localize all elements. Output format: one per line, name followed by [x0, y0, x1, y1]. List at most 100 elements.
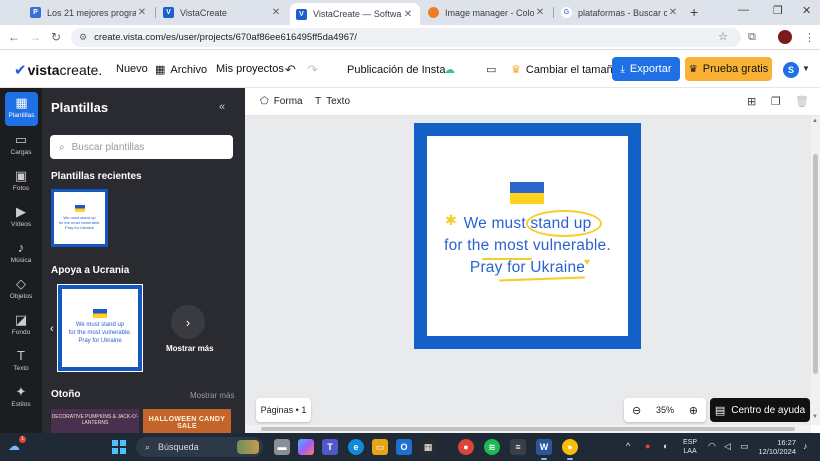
windows-start-icon[interactable] [112, 440, 126, 454]
tray-overflow-icon[interactable]: ^ [626, 441, 630, 451]
browser-profile-avatar[interactable] [778, 30, 792, 44]
rail-item-objects[interactable]: ◇ Objetos [0, 273, 42, 307]
scroll-up-icon[interactable]: ▲ [812, 118, 818, 124]
user-avatar[interactable]: S [783, 62, 799, 78]
add-page-icon[interactable]: ⊞ [747, 95, 756, 108]
tab-close-icon[interactable]: ✕ [402, 9, 414, 20]
chrome-icon[interactable]: ● [458, 439, 474, 455]
trash-icon[interactable]: 🗑 [795, 95, 809, 108]
outlook-icon[interactable]: O [396, 439, 412, 455]
scrollbar-thumb[interactable] [261, 427, 795, 431]
export-button[interactable]: ⤓ Exportar [612, 57, 680, 81]
design-line-1[interactable]: We must stand up [427, 215, 628, 233]
rail-item-music[interactable]: ♪ Música [0, 237, 42, 271]
rail-item-videos[interactable]: ▶ Vídeos [0, 201, 42, 235]
rail-item-background[interactable]: ◪ Fondo [0, 309, 42, 343]
nav-my-projects[interactable]: Mis proyectos [216, 63, 284, 75]
tray-update-icon[interactable]: ◐ [663, 441, 668, 451]
zoom-in-icon[interactable]: ⊕ [689, 404, 698, 417]
design-line-3[interactable]: Pray for Ukraine [427, 259, 628, 277]
rail-item-templates[interactable]: ▦ Plantillas [5, 92, 38, 126]
duplicate-icon[interactable]: ❐ [771, 95, 781, 108]
browser-tab-5[interactable]: G plataformas - Buscar con Go ✕ [555, 2, 685, 23]
template-search-box[interactable]: ⌕ [50, 135, 233, 159]
minimize-icon[interactable]: — [738, 4, 749, 16]
extensions-icon[interactable]: ⧉ [748, 31, 756, 44]
site-info-icon[interactable]: ⚙ [79, 32, 87, 43]
battery-icon[interactable]: ▭ [740, 441, 749, 452]
keyboard-language[interactable]: ESP LAA [683, 438, 697, 456]
free-trial-button[interactable]: ♛ Prueba gratis [685, 57, 772, 81]
shape-tool-button[interactable]: ⬠ Forma [260, 96, 303, 107]
chevron-down-icon[interactable]: ▼ [802, 64, 810, 73]
undo-icon[interactable]: ↶ [285, 62, 296, 78]
new-tab-icon[interactable]: + [690, 4, 698, 20]
explorer-folder-icon[interactable]: ▭ [372, 439, 388, 455]
url-omnibox[interactable]: ⚙ create.vista.com/es/user/projects/670a… [71, 28, 741, 47]
redo-icon[interactable]: ↷ [307, 62, 318, 78]
reload-icon[interactable]: ↻ [51, 30, 61, 44]
scroll-down-icon[interactable]: ▼ [812, 414, 818, 420]
word-icon[interactable]: W [536, 439, 552, 460]
rail-item-photos[interactable]: ▣ Fotos [0, 165, 42, 199]
text-tool-button[interactable]: T Texto [315, 96, 350, 107]
scrollbar-thumb[interactable] [813, 154, 818, 374]
wifi-icon[interactable]: ◠ [708, 441, 716, 452]
autumn-template-thumb-2[interactable]: HALLOWEEN CANDY SALE [143, 409, 231, 433]
design-artboard[interactable]: ✱ We must stand up for the most vulnerab… [414, 123, 641, 349]
weather-widget-icon[interactable]: ☁ 1 [8, 436, 26, 455]
template-search-input[interactable] [71, 141, 222, 153]
zoom-out-icon[interactable]: ⊖ [632, 404, 641, 417]
browser-menu-icon[interactable]: ⋮ [804, 31, 815, 44]
browser-tab-1[interactable]: P Los 21 mejores programas d ✕ [24, 2, 154, 23]
vistacreate-logo[interactable]: ✔ vista create. [14, 61, 102, 79]
taskbar-search[interactable]: ⌕ Búsqueda [136, 437, 263, 457]
edge-icon[interactable]: e [348, 439, 364, 455]
browser-tab-2[interactable]: V VistaCreate ✕ [157, 2, 288, 23]
store-icon[interactable]: ▦ [420, 439, 436, 455]
resize-button[interactable]: ♛ Cambiar el tamaño [511, 63, 619, 77]
carousel-next-button[interactable]: › [171, 305, 205, 339]
tray-app-icon[interactable]: ● [645, 441, 650, 451]
browser-tab-3-active[interactable]: V VistaCreate — Software gra ✕ [290, 3, 420, 25]
forward-arrow-icon[interactable]: → [29, 30, 41, 44]
vscode-icon[interactable]: ≡ [510, 439, 526, 455]
ukraine-flag[interactable] [510, 182, 544, 204]
ukraine-template-thumb[interactable]: We must stand up for the most vulnerable… [57, 284, 143, 372]
vertical-scrollbar[interactable]: ▲ ▼ [811, 116, 820, 425]
tab-close-icon[interactable]: ✕ [534, 7, 546, 18]
show-more-autumn[interactable]: Mostrar más [190, 391, 234, 400]
recent-template-thumb[interactable]: We must stand up for the most vulnerable… [51, 189, 108, 247]
spotify-icon[interactable]: ≋ [484, 439, 500, 455]
rail-item-uploads[interactable]: ▭ Cargas [0, 129, 42, 163]
tab-close-icon[interactable]: ✕ [270, 7, 282, 18]
horizontal-scrollbar[interactable] [245, 425, 811, 433]
design-line-2[interactable]: for the most vulnerable. [427, 237, 628, 255]
tab-close-icon[interactable]: ✕ [136, 7, 148, 18]
tab-close-icon[interactable]: ✕ [667, 7, 679, 18]
bookmark-star-icon[interactable]: ☆ [718, 30, 728, 43]
rail-item-text[interactable]: T Texto [0, 345, 42, 379]
volume-icon[interactable]: ◁ [724, 441, 731, 452]
restore-icon[interactable]: ❐ [773, 4, 783, 17]
help-center-button[interactable]: ▤ Centro de ayuda [710, 398, 810, 422]
comment-icon[interactable]: ▭ [486, 63, 496, 76]
project-title[interactable]: Publicación de Insta... [347, 64, 455, 76]
chrome-active-icon[interactable]: ● [562, 439, 578, 460]
notification-bell-icon[interactable]: ♪ [803, 441, 808, 451]
pages-button[interactable]: Páginas • 1 [256, 398, 311, 422]
window-close-icon[interactable]: ✕ [802, 4, 811, 17]
copilot-icon[interactable] [298, 439, 314, 455]
autumn-template-thumb-1[interactable]: DECORATIVE PUMPKINS & JACK-O'-LANTERNS [51, 409, 139, 433]
nav-new[interactable]: Nuevo [116, 63, 148, 75]
back-arrow-icon[interactable]: ← [8, 30, 20, 44]
carousel-prev-icon[interactable]: ‹ [50, 323, 54, 335]
rail-item-styles[interactable]: ✦ Estilos [0, 381, 42, 415]
teams-icon[interactable]: T [322, 439, 338, 455]
show-more-ukraine[interactable]: Mostrar más [166, 344, 214, 353]
clock[interactable]: 16:27 12/10/2024 [756, 438, 796, 456]
browser-tab-4[interactable]: Image manager - Colorcinch ✕ [422, 2, 552, 23]
collapse-panel-icon[interactable]: « [219, 101, 225, 113]
nav-file[interactable]: ▦ Archivo [155, 63, 207, 77]
file-explorer-icon[interactable]: ▬ [274, 439, 290, 455]
